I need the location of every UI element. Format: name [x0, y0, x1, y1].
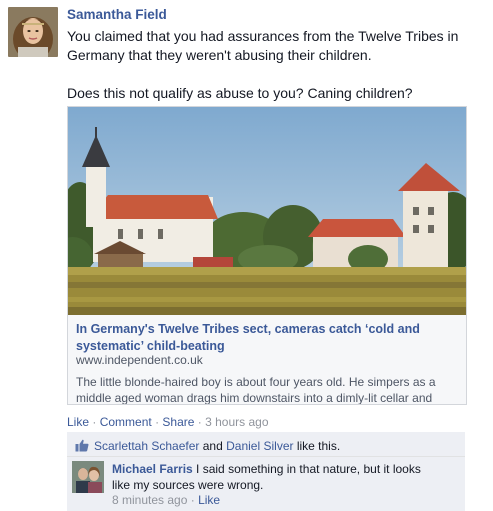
- share-link[interactable]: Share: [162, 415, 194, 429]
- comment-like-link[interactable]: Like: [198, 493, 220, 507]
- post-body: You claimed that you had assurances from…: [67, 27, 477, 103]
- feedback-panel: Scarlettah Schaefer and Daniel Silver li…: [67, 432, 465, 511]
- separator: ·: [92, 415, 97, 429]
- comment-timestamp[interactable]: 8 minutes ago: [112, 493, 187, 507]
- link-description: The little blonde-haired boy is about fo…: [76, 375, 436, 405]
- post-paragraph: Does this not qualify as abuse to you? C…: [67, 85, 413, 101]
- post-timestamp[interactable]: 3 hours ago: [205, 415, 268, 429]
- commenter-avatar[interactable]: [72, 461, 104, 493]
- separator: ·: [197, 415, 202, 429]
- comment-link[interactable]: Comment: [100, 415, 152, 429]
- feed-post: Samantha Field You claimed that you had …: [0, 0, 493, 511]
- likes-text: Scarlettah Schaefer and Daniel Silver li…: [94, 439, 340, 453]
- likes-suffix: like this.: [296, 439, 341, 453]
- comment-author[interactable]: Michael Farris: [112, 462, 193, 476]
- comment-item: Michael Farris I said something in that …: [67, 458, 465, 511]
- post-actions: Like · Comment · Share · 3 hours ago: [67, 415, 269, 429]
- separator: ·: [155, 415, 160, 429]
- shared-link-card[interactable]: In Germany's Twelve Tribes sect, cameras…: [67, 106, 467, 405]
- like-link[interactable]: Like: [67, 415, 89, 429]
- link-domain: www.independent.co.uk: [76, 353, 203, 367]
- link-preview-image: [68, 107, 466, 315]
- separator: ·: [190, 493, 195, 507]
- likes-conjunction: and: [202, 439, 223, 453]
- liker-name[interactable]: Daniel Silver: [226, 439, 293, 453]
- comment-body: Michael Farris I said something in that …: [112, 461, 442, 493]
- liker-name[interactable]: Scarlettah Schaefer: [94, 439, 199, 453]
- post-paragraph: You claimed that you had assurances from…: [67, 28, 459, 63]
- likes-summary: Scarlettah Schaefer and Daniel Silver li…: [67, 432, 465, 457]
- link-title[interactable]: In Germany's Twelve Tribes sect, cameras…: [76, 321, 456, 355]
- comment-meta: 8 minutes ago · Like: [112, 493, 220, 507]
- author-avatar[interactable]: [8, 7, 58, 57]
- thumbs-up-icon: [75, 439, 89, 452]
- post-author-name[interactable]: Samantha Field: [67, 7, 167, 22]
